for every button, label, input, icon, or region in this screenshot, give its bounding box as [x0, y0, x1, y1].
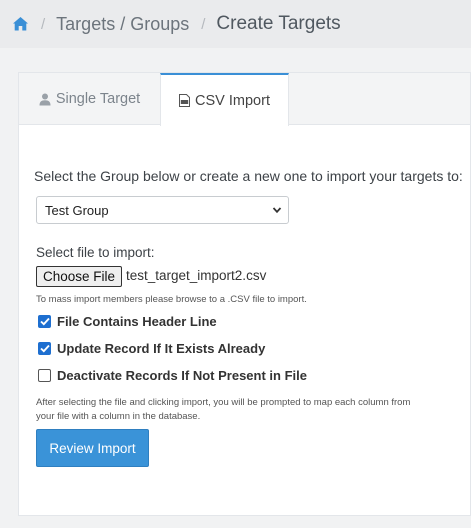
- update-record-option[interactable]: Update Record If It Exists Already: [38, 341, 265, 356]
- user-icon: [39, 93, 51, 105]
- choose-file-button[interactable]: Choose File: [36, 266, 122, 287]
- deactivate-records-option[interactable]: Deactivate Records If Not Present in Fil…: [38, 368, 307, 383]
- check-icon: [39, 317, 50, 326]
- breadcrumb-targets-groups[interactable]: Targets / Groups: [56, 14, 189, 35]
- breadcrumb-current: Create Targets: [216, 13, 341, 34]
- tab-csv-import-label: CSV Import: [195, 92, 270, 109]
- breadcrumb: / Targets / Groups / Create Targets: [0, 0, 471, 48]
- header-line-checkbox[interactable]: [38, 315, 51, 328]
- help-text: To mass import members please browse to …: [36, 294, 307, 305]
- deactivate-records-label: Deactivate Records If Not Present in Fil…: [57, 368, 307, 383]
- update-record-checkbox[interactable]: [38, 342, 51, 355]
- group-select[interactable]: Test Group: [36, 196, 289, 224]
- breadcrumb-separator: /: [201, 15, 206, 33]
- deactivate-records-checkbox[interactable]: [38, 369, 51, 382]
- csv-file-icon: [179, 94, 191, 107]
- header-line-label: File Contains Header Line: [57, 314, 217, 329]
- intro-text: Select the Group below or create a new o…: [34, 168, 463, 184]
- breadcrumb-separator: /: [41, 15, 46, 33]
- import-note: After selecting the file and clicking im…: [36, 397, 411, 422]
- chevron-down-icon: [272, 207, 282, 214]
- review-import-button[interactable]: Review Import: [36, 429, 149, 467]
- import-panel: Single Target CSV Import Select the Grou…: [18, 72, 471, 516]
- header-line-option[interactable]: File Contains Header Line: [38, 314, 217, 329]
- tab-bar: Single Target CSV Import: [19, 73, 470, 126]
- tab-single-target[interactable]: Single Target: [19, 73, 160, 125]
- file-label: Select file to import:: [36, 245, 155, 260]
- selected-file-name: test_target_import2.csv: [126, 268, 267, 283]
- update-record-label: Update Record If It Exists Already: [57, 341, 266, 356]
- home-icon[interactable]: [12, 16, 29, 32]
- check-icon: [39, 344, 50, 353]
- tab-csv-import[interactable]: CSV Import: [160, 73, 289, 126]
- group-select-value: Test Group: [45, 202, 109, 218]
- tab-single-target-label: Single Target: [55, 91, 141, 107]
